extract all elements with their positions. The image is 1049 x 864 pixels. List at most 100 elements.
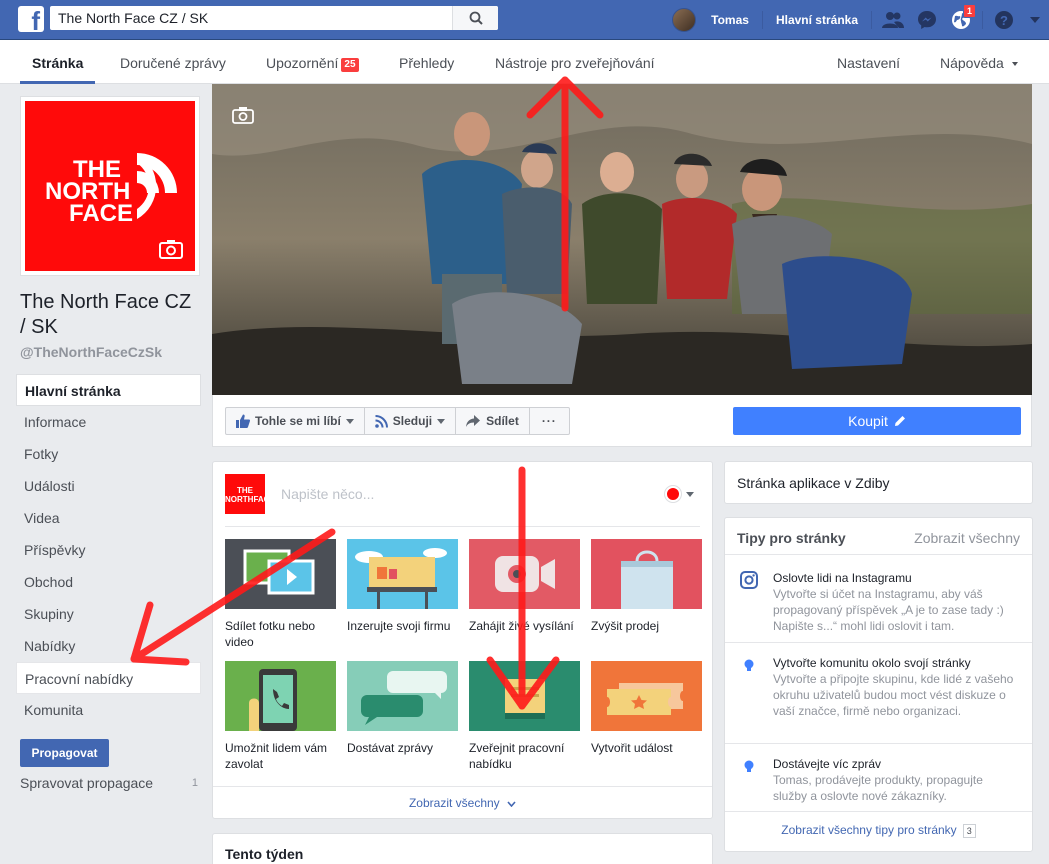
promote-button[interactable]: Propagovat [20, 739, 109, 767]
advertise-illustration [347, 539, 458, 609]
enable-calls-illustration [225, 661, 336, 731]
tab-insights[interactable]: Přehledy [399, 40, 454, 84]
top-divider [982, 11, 983, 29]
nav-item-groups[interactable]: Skupiny [16, 598, 201, 630]
camera-icon[interactable] [232, 106, 254, 124]
tile-advertise[interactable]: Inzerujte svoji firmu [347, 539, 458, 634]
tile-enable-calls[interactable]: Umožnit lidem vám zavolat [225, 661, 336, 772]
share-photo-illustration [225, 539, 336, 609]
nav-item-home[interactable]: Hlavní stránka [16, 374, 201, 406]
camera-icon[interactable] [159, 239, 183, 259]
audience-selector[interactable] [665, 486, 694, 502]
tip-description: Vytvořte si účet na Instagramu, aby váš … [773, 587, 1004, 633]
composer-card: THE NORTHFACE Napište něco... Sdílet fotk… [212, 461, 713, 819]
tile-create-event[interactable]: Vytvořit událost [591, 661, 702, 756]
composer-input[interactable]: Napište něco... [281, 486, 374, 502]
tile-label: Zveřejnit pracovní nabídku [469, 741, 565, 771]
chevron-down-icon [437, 418, 446, 424]
nav-item-videos[interactable]: Videa [16, 502, 201, 534]
like-label: Tohle se mi líbí [255, 414, 341, 428]
tile-boost-sales[interactable]: Zvýšit prodej [591, 539, 702, 634]
tile-label: Dostávat zprávy [347, 741, 434, 755]
buy-button[interactable]: Koupit [733, 407, 1021, 435]
like-button[interactable]: Tohle se mi líbí [226, 408, 365, 434]
show-all-tips-link[interactable]: Zobrazit všechny tipy pro stránky 3 [725, 823, 1032, 838]
tile-label: Vytvořit událost [591, 741, 673, 755]
tab-label: Přehledy [399, 55, 455, 71]
tips-show-all-link[interactable]: Zobrazit všechny [914, 530, 1020, 546]
tile-go-live[interactable]: Zahájit živé vysílání [469, 539, 580, 634]
page-title[interactable]: The North Face CZ / SK [20, 290, 200, 340]
chevron-down-icon [686, 491, 694, 497]
follow-button[interactable]: Sleduji [365, 408, 457, 434]
page-handle[interactable]: @TheNorthFaceCzSk [20, 344, 162, 360]
messenger-button[interactable] [910, 0, 944, 40]
page-tab-nav: Stránka Doručené zprávy Upozornění 25 Pře… [0, 40, 1049, 84]
search-icon [469, 11, 483, 25]
nav-item-posts[interactable]: Příspěvky [16, 534, 201, 566]
tab-page[interactable]: Stránka [20, 40, 96, 84]
help-button[interactable]: ? [987, 0, 1021, 40]
tile-post-job[interactable]: Zveřejnit pracovní nabídku [469, 661, 580, 772]
divider [725, 811, 1032, 812]
tab-publishing-tools[interactable]: Nástroje pro zveřejňování [495, 40, 655, 84]
profile-picture[interactable]: THE NORTH FACE [20, 96, 200, 276]
home-link[interactable]: Hlavní stránka [767, 13, 867, 27]
tile-get-messages[interactable]: Dostávat zprávy [347, 661, 458, 756]
follow-label: Sleduji [392, 414, 433, 428]
search-input[interactable] [50, 6, 450, 30]
tip-description: Vytvořte a připojte skupinu, kde lidé z … [773, 672, 1014, 718]
app-page-card[interactable]: Stránka aplikace v Zdiby [724, 461, 1033, 504]
cover-image [212, 84, 1032, 395]
post-job-illustration [469, 661, 580, 731]
cover-photo[interactable] [212, 84, 1032, 395]
tab-settings[interactable]: Nastavení [837, 40, 900, 84]
instagram-icon [740, 571, 758, 589]
pencil-icon [894, 416, 905, 426]
messenger-icon [918, 11, 936, 29]
job-post-icon [505, 679, 545, 719]
action-button-group: Tohle se mi líbí Sleduji Sdílet ··· [225, 407, 570, 435]
tip-description: Tomas, prodávejte produkty, propagujte s… [773, 773, 983, 803]
lightbulb-icon [744, 659, 754, 671]
brand-logo: THE NORTH FACE [25, 101, 195, 271]
nav-item-photos[interactable]: Fotky [16, 438, 201, 470]
nav-item-events[interactable]: Události [16, 470, 201, 502]
tile-label: Sdílet fotku nebo video [225, 619, 316, 649]
tips-title: Tipy pro stránky [737, 530, 846, 546]
tab-label: Upozornění [266, 55, 339, 71]
photo-video-icon [243, 549, 315, 595]
divider [725, 642, 1032, 643]
tab-notifications[interactable]: Upozornění 25 [266, 40, 359, 84]
logo-text-face: FACE [69, 200, 133, 227]
nav-item-shop[interactable]: Obchod [16, 566, 201, 598]
more-options-button[interactable]: ··· [530, 408, 569, 434]
notifications-button[interactable]: 1 [944, 0, 978, 40]
tab-inbox[interactable]: Doručené zprávy [120, 40, 226, 84]
avatar[interactable] [672, 8, 697, 32]
nav-item-offers[interactable]: Nabídky [16, 630, 201, 662]
tab-label: Stránka [32, 55, 84, 71]
manage-promotions-link[interactable]: Spravovat propagace 1 [20, 775, 198, 791]
tips-count-badge: 3 [962, 824, 976, 838]
account-menu-button[interactable] [1021, 0, 1049, 40]
share-button[interactable]: Sdílet [456, 408, 530, 434]
show-all-label: Zobrazit všechny [408, 796, 500, 810]
nav-item-jobs[interactable]: Pracovní nabídky [16, 662, 201, 694]
tile-share-photo[interactable]: Sdílet fotku nebo video [225, 539, 336, 650]
shopping-bag-icon [621, 550, 673, 609]
logo-text-the: THE [237, 486, 253, 495]
friend-requests-button[interactable] [876, 0, 910, 40]
nav-item-about[interactable]: Informace [16, 406, 201, 438]
show-all-actions-link[interactable]: Zobrazit všechny [213, 786, 712, 818]
tab-help[interactable]: Nápověda [940, 40, 1018, 84]
chevron-down-icon [1030, 17, 1040, 23]
facebook-logo-icon[interactable]: f [18, 6, 44, 32]
user-name-link[interactable]: Tomas [702, 13, 758, 27]
nav-item-community[interactable]: Komunita [16, 694, 201, 726]
chat-bubbles-icon [361, 671, 447, 725]
search-button[interactable] [452, 6, 498, 30]
left-nav: Hlavní stránka Informace Fotky Události … [16, 374, 201, 726]
divider [225, 526, 700, 527]
divider [725, 554, 1032, 555]
